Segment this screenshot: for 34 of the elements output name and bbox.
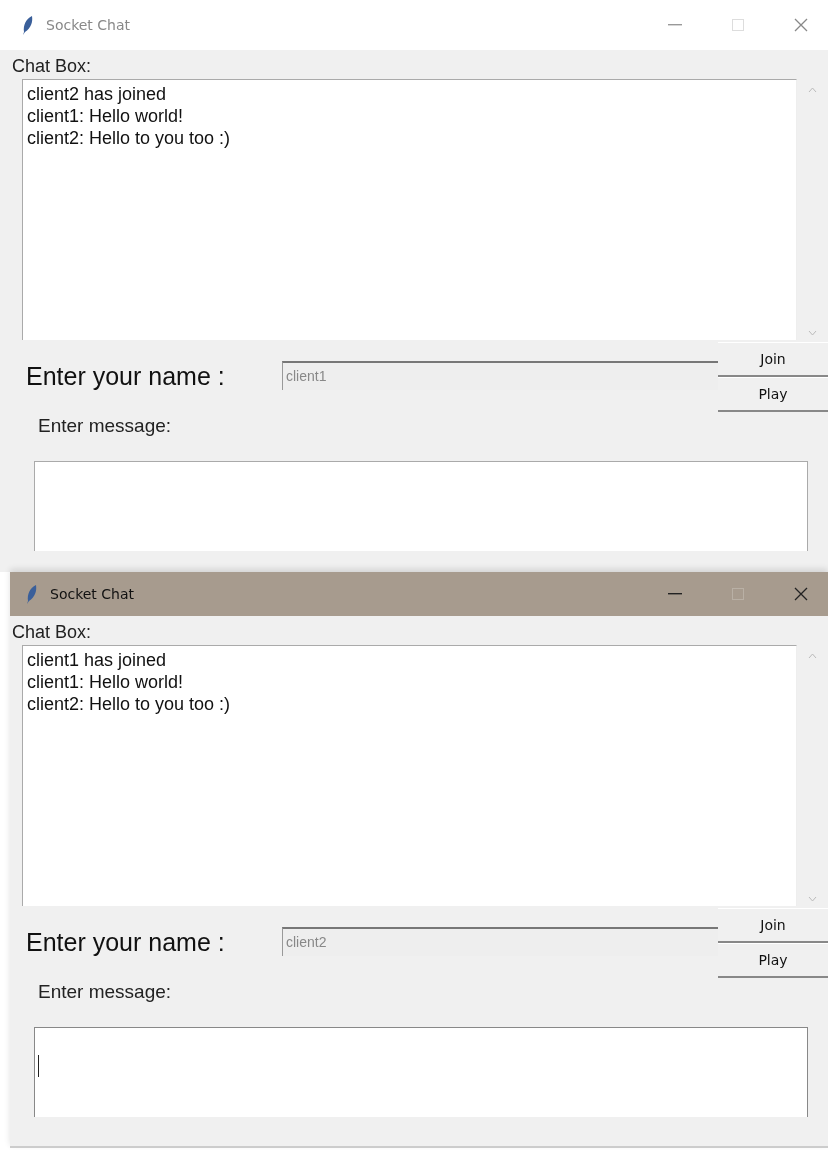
feather-icon bbox=[22, 15, 34, 35]
scroll-up-icon[interactable] bbox=[808, 653, 817, 659]
message-field[interactable] bbox=[34, 1027, 808, 1117]
action-button[interactable]: Join bbox=[718, 342, 828, 377]
action-button[interactable]: Play bbox=[718, 377, 828, 412]
chat-message: client1: Hello world! bbox=[27, 105, 185, 127]
chat-message: client1 has joined bbox=[27, 649, 168, 671]
name-label: Enter your name : bbox=[26, 928, 226, 957]
chat-message: client2: Hello to you too :) bbox=[27, 693, 232, 715]
name-label: Enter your name : bbox=[26, 362, 226, 391]
chat-message: client2: Hello to you too :) bbox=[27, 127, 232, 149]
close-icon[interactable] bbox=[794, 587, 808, 601]
maximize-icon[interactable] bbox=[732, 19, 744, 31]
chat-message: client2 has joined bbox=[27, 83, 168, 105]
chat-box-label: Chat Box: bbox=[11, 621, 93, 644]
close-icon[interactable] bbox=[794, 18, 808, 32]
action-button[interactable]: Join bbox=[718, 908, 828, 943]
message-label: Enter message: bbox=[38, 415, 173, 438]
chat-message: client1: Hello world! bbox=[27, 671, 185, 693]
feather-icon bbox=[26, 584, 38, 604]
text-cursor bbox=[38, 1055, 39, 1077]
minimize-icon[interactable] bbox=[668, 593, 682, 595]
chat-box-label: Chat Box: bbox=[11, 55, 93, 78]
window-title: Socket Chat bbox=[46, 17, 131, 33]
chat-box[interactable]: client2 has joined client1: Hello world! client2: Hello to you too :) bbox=[22, 79, 797, 340]
scroll-down-icon[interactable] bbox=[808, 330, 817, 336]
message-field[interactable] bbox=[34, 461, 808, 551]
scroll-up-icon[interactable] bbox=[808, 87, 817, 93]
scroll-down-icon[interactable] bbox=[808, 896, 817, 902]
message-label: Enter message: bbox=[38, 981, 173, 1004]
action-button[interactable]: Play bbox=[718, 943, 828, 978]
chat-box[interactable]: client1 has joined client1: Hello world! client2: Hello to you too :) bbox=[22, 645, 797, 906]
minimize-icon[interactable] bbox=[668, 24, 682, 26]
window-title: Socket Chat bbox=[50, 586, 135, 602]
